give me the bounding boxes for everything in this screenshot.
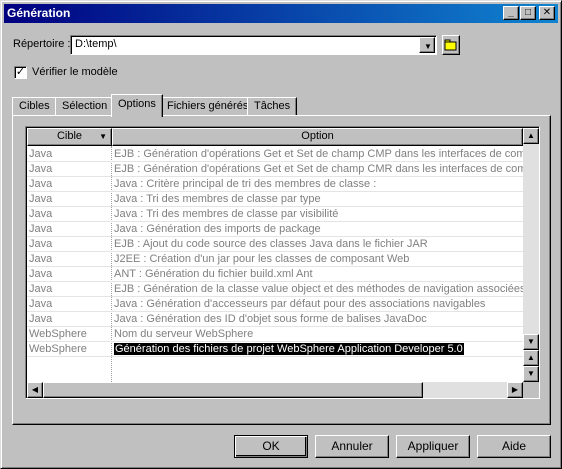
selected-option-text: Génération des fichiers de projet WebSph… <box>114 343 464 355</box>
cell-target: Java <box>29 283 53 295</box>
cell-option: Nom du serveur WebSphere <box>114 328 254 340</box>
maximize-button[interactable]: □ <box>520 6 536 20</box>
table-row[interactable]: Java ANT : Génération du fichier build.xm… <box>27 267 523 282</box>
scroll-page-down-button[interactable]: ▼ <box>523 334 539 350</box>
table-row[interactable]: Java Java : Génération des imports de pac… <box>27 222 523 237</box>
arrow-down-small-icon: ▼ <box>527 337 535 346</box>
scroll-right-button[interactable]: ▶ <box>507 382 523 398</box>
cell-option: Génération des fichiers de projet WebSph… <box>114 342 523 357</box>
arrow-up-icon: ▲ <box>527 131 535 140</box>
folder-icon <box>444 39 457 51</box>
cell-option: ANT : Génération du fichier build.xml An… <box>114 268 313 280</box>
cell-option: Java : Tri des membres de classe par typ… <box>114 193 321 205</box>
cell-option: Java : Critère principal de tri des memb… <box>114 178 377 190</box>
cell-target: Java <box>29 238 53 250</box>
cell-target: Java <box>29 208 53 220</box>
horizontal-scroll-thumb[interactable] <box>43 382 423 398</box>
verify-model-checkbox[interactable]: ✓ <box>14 66 27 79</box>
cell-option: Java : Tri des membres de classe par vis… <box>114 208 339 220</box>
generation-dialog: Génération _ □ ✕ Répertoire : D:\temp\ ▼… <box>0 0 562 469</box>
scroll-thumb-button[interactable]: ▲ <box>523 350 539 366</box>
directory-combobox[interactable]: D:\temp\ ▼ <box>70 35 437 55</box>
cell-option: EJB : Génération de la classe value obje… <box>114 283 523 295</box>
table-row[interactable]: Java Java : Tri des membres de classe par… <box>27 192 523 207</box>
table-row[interactable]: Java Java : Tri des membres de classe par… <box>27 207 523 222</box>
vertical-scrollbar[interactable]: ▲ ▲ ▼ ▼ <box>523 128 539 382</box>
cell-option: Java : Génération des imports de package <box>114 223 321 235</box>
column-header-target-label: Cible <box>56 130 83 142</box>
window-title: Génération <box>7 6 71 20</box>
table-row[interactable]: Java Java : Génération des ID d'objet sou… <box>27 312 523 327</box>
arrow-down-icon: ▼ <box>527 369 535 378</box>
scrollbar-corner <box>523 382 539 398</box>
cell-option: Java : Génération des ID d'objet sous fo… <box>114 313 427 325</box>
cell-target: Java <box>29 193 53 205</box>
directory-value: D:\temp\ <box>75 38 117 50</box>
apply-button[interactable]: Appliquer <box>396 435 470 458</box>
table-row[interactable]: Java EJB : Génération d'opérations Get et… <box>27 162 523 177</box>
table-row[interactable]: Java EJB : Génération de la classe value … <box>27 282 523 297</box>
close-button[interactable]: ✕ <box>539 6 555 20</box>
title-bar[interactable]: Génération _ □ ✕ <box>4 4 558 23</box>
arrow-top-icon: ▲ <box>527 353 535 362</box>
browse-folder-button[interactable] <box>442 35 460 55</box>
cell-target: Java <box>29 223 53 235</box>
cell-target: WebSphere <box>29 343 87 355</box>
scroll-up-button[interactable]: ▲ <box>523 128 539 144</box>
tab-options[interactable]: Options <box>111 94 163 117</box>
cell-target: Java <box>29 148 53 160</box>
tab-selection[interactable]: Sélection <box>55 97 115 116</box>
options-grid[interactable]: Cible ▼ Option Java EJB : Génération d'op… <box>25 126 540 399</box>
cell-target: Java <box>29 313 53 325</box>
table-row[interactable]: WebSphere Génération des fichiers de proj… <box>27 342 523 357</box>
column-header-option[interactable]: Option <box>112 128 523 146</box>
tab-cibles[interactable]: Cibles <box>12 97 57 116</box>
cell-option: EJB : Génération d'opérations Get et Set… <box>114 163 523 175</box>
cell-target: Java <box>29 268 53 280</box>
verify-model-label: Vérifier le modèle <box>32 66 118 78</box>
cell-target: Java <box>29 298 53 310</box>
cell-target: Java <box>29 163 53 175</box>
help-button[interactable]: Aide <box>477 435 551 458</box>
table-row[interactable]: WebSphere Nom du serveur WebSphere <box>27 327 523 342</box>
chevron-down-icon: ▼ <box>424 42 432 51</box>
cancel-button[interactable]: Annuler <box>315 435 389 458</box>
cell-option: EJB : Génération d'opérations Get et Set… <box>114 148 523 160</box>
horizontal-scrollbar[interactable]: ◀ ▶ <box>27 382 523 398</box>
ok-button[interactable]: OK <box>234 435 308 458</box>
directory-label: Répertoire : <box>13 38 71 50</box>
minimize-button[interactable]: _ <box>503 6 519 20</box>
table-row[interactable]: Java EJB : Génération d'opérations Get et… <box>27 147 523 162</box>
table-row[interactable]: Java Java : Génération d'accesseurs par d… <box>27 297 523 312</box>
tab-fichiers-generes[interactable]: Fichiers générés <box>160 97 256 116</box>
table-row[interactable]: Java EJB : Ajout du code source des class… <box>27 237 523 252</box>
scroll-down-button[interactable]: ▼ <box>523 366 539 382</box>
cell-target: Java <box>29 178 53 190</box>
cell-option: EJB : Ajout du code source des classes J… <box>114 238 428 250</box>
arrow-right-icon: ▶ <box>511 385 519 394</box>
table-row[interactable]: Java J2EE : Création d'un jar pour les cl… <box>27 252 523 267</box>
column-header-target[interactable]: Cible ▼ <box>27 128 112 146</box>
table-row[interactable]: Java Java : Critère principal de tri des … <box>27 177 523 192</box>
cell-option: J2EE : Création d'un jar pour les classe… <box>114 253 410 265</box>
directory-dropdown-button[interactable]: ▼ <box>419 37 435 53</box>
arrow-left-icon: ◀ <box>31 385 39 394</box>
filter-dropdown-icon[interactable]: ▼ <box>99 129 107 144</box>
cell-target: Java <box>29 253 53 265</box>
cell-option: Java : Génération d'accesseurs par défau… <box>114 298 486 310</box>
scroll-left-button[interactable]: ◀ <box>27 382 43 398</box>
cell-target: WebSphere <box>29 328 87 340</box>
tab-taches[interactable]: Tâches <box>247 97 298 116</box>
